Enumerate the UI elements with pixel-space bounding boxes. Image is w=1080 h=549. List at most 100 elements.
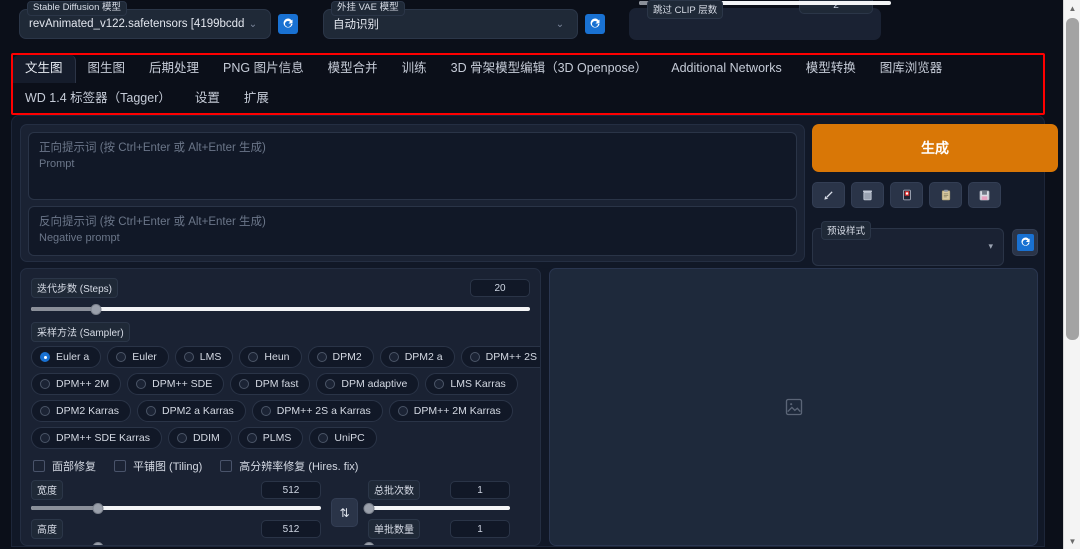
chevron-down-icon[interactable]: ▾ [988, 241, 993, 252]
sampler-option-label: DPM2 [332, 351, 362, 363]
radio-unselected-icon [183, 352, 194, 362]
sampler-option-dpm2-a[interactable]: DPM2 a [379, 346, 455, 368]
batch-size-value[interactable]: 1 [450, 520, 510, 538]
slider-knob[interactable] [90, 304, 102, 315]
sampler-option-dpm-fast[interactable]: DPM fast [230, 373, 311, 395]
arrow-paste-glyph [824, 190, 833, 200]
swap-dimensions-button[interactable]: ⇅ [331, 498, 358, 527]
chevron-down-icon[interactable]: ⌄ [244, 19, 262, 30]
sampler-option-dpm-sde-karras[interactable]: DPM++ SDE Karras [31, 427, 162, 449]
clipboard-icon[interactable] [929, 182, 962, 208]
radio-unselected-icon [248, 352, 259, 362]
tab-row1-6[interactable]: 3D 骨架模型编辑（3D Openpose） [439, 55, 660, 83]
output-gallery[interactable] [549, 268, 1038, 546]
dimensions-left: 宽度 512 高度 512 [31, 480, 321, 546]
sampler-option-unipc[interactable]: UniPC [309, 427, 377, 449]
radio-unselected-icon [325, 379, 336, 389]
negative-prompt-placeholder-cn: 反向提示词 (按 Ctrl+Enter 或 Alt+Enter 生成) [39, 216, 266, 228]
page-scrollbar[interactable]: ▲ ▼ [1063, 0, 1080, 549]
tab-row1-2[interactable]: 后期处理 [137, 55, 211, 83]
sampler-option-dpm-2s-a-karras[interactable]: DPM++ 2S a Karras [251, 400, 383, 422]
refresh-icon [1020, 236, 1030, 246]
refresh-styles-button[interactable] [1012, 228, 1038, 256]
height-slider[interactable] [31, 542, 321, 546]
sampler-option-label: DPM++ SDE [152, 378, 213, 390]
batch-count-value[interactable]: 1 [450, 481, 510, 499]
tab-row1-1[interactable]: 图生图 [76, 55, 138, 83]
sampler-option-dpm-2m[interactable]: DPM++ 2M [31, 373, 122, 395]
sd-model-dropdown[interactable]: Stable Diffusion 模型 revAnimated_v122.saf… [19, 1, 271, 39]
scrollbar-thumb[interactable] [1066, 18, 1079, 340]
sampler-option-dpm2-a-karras[interactable]: DPM2 a Karras [137, 400, 246, 422]
main-tabs: 文生图 图生图 后期处理 PNG 图片信息 模型合并 训练 3D 骨架模型编辑（3D Ope… [13, 55, 1043, 113]
tab-row2-0[interactable]: WD 1.4 标签器（Tagger） [13, 85, 183, 113]
negative-prompt-input[interactable]: 反向提示词 (按 Ctrl+Enter 或 Alt+Enter 生成) Nega… [28, 206, 797, 256]
styles-dropdown[interactable]: 预设样式 ▾ [812, 221, 1005, 266]
slider-knob[interactable] [363, 503, 375, 514]
tab-row1-5[interactable]: 训练 [390, 55, 439, 83]
model-topbar: Stable Diffusion 模型 revAnimated_v122.saf… [0, 0, 1062, 48]
positive-prompt-input[interactable]: 正向提示词 (按 Ctrl+Enter 或 Alt+Enter 生成) Prom… [28, 132, 797, 200]
generate-button[interactable]: 生成 [812, 124, 1058, 172]
sampler-option-euler-a[interactable]: Euler a [31, 346, 102, 368]
sampler-option-dpm2-karras[interactable]: DPM2 Karras [31, 400, 132, 422]
slider-knob[interactable] [363, 542, 375, 545]
batch-size-slider[interactable] [363, 542, 510, 546]
sampler-option-heun[interactable]: Heun [239, 346, 302, 368]
sampler-option-label: DPM++ SDE Karras [56, 432, 150, 444]
scroll-down-button[interactable]: ▼ [1064, 533, 1080, 549]
tab-row2-2[interactable]: 扩展 [232, 85, 281, 113]
extra-networks-icon[interactable] [890, 182, 923, 208]
checkbox-unchecked-icon[interactable] [220, 460, 233, 472]
image-placeholder-icon [785, 398, 802, 416]
sampler-option-dpm-sde[interactable]: DPM++ SDE [127, 373, 225, 395]
scroll-up-button[interactable]: ▲ [1064, 0, 1080, 16]
sampler-option-lms-karras[interactable]: LMS Karras [425, 373, 518, 395]
sampler-option-label: DPM++ 2M Karras [413, 405, 501, 417]
sampler-option-label: DPM2 Karras [56, 405, 120, 417]
checkbox-unchecked-icon[interactable] [114, 460, 126, 472]
batch-count-label: 总批次数 [368, 480, 420, 500]
sampler-option-plms[interactable]: PLMS [237, 427, 304, 449]
vae-model-dropdown[interactable]: 外挂 VAE 模型 自动识别 ⌄ [323, 1, 578, 39]
checkbox-0[interactable]: 面部修复 [33, 458, 96, 474]
tab-row2-1[interactable]: 设置 [183, 85, 232, 113]
sampler-option-lms[interactable]: LMS [174, 346, 234, 368]
sampler-option-dpm-2m-karras[interactable]: DPM++ 2M Karras [388, 400, 513, 422]
sampler-option-euler[interactable]: Euler [107, 346, 169, 368]
slider-fill [31, 545, 98, 546]
trash-icon[interactable] [851, 182, 884, 208]
steps-slider[interactable] [31, 304, 530, 315]
refresh-vae-button[interactable] [585, 14, 605, 34]
sampler-option-dpm2[interactable]: DPM2 [307, 346, 374, 368]
tab-row1-0[interactable]: 文生图 [13, 55, 76, 83]
sampler-option-dpm-2s-a[interactable]: DPM++ 2S a [460, 346, 540, 368]
tab-row1-9[interactable]: 图库浏览器 [868, 55, 955, 83]
sampler-row-3: DPM++ SDE Karras DDIM PLMS UniPC [31, 427, 530, 449]
sampler-option-label: PLMS [262, 432, 292, 444]
checkbox-unchecked-icon[interactable] [33, 460, 45, 472]
tab-row1-4[interactable]: 模型合并 [316, 55, 390, 83]
slider-knob[interactable] [92, 503, 104, 514]
chevron-down-icon[interactable]: ⌄ [551, 19, 569, 30]
slider-track [368, 545, 510, 546]
slider-knob[interactable] [92, 542, 104, 545]
checkbox-2[interactable]: 高分辨率修复 (Hires. fix) [220, 458, 358, 474]
sampler-option-ddim[interactable]: DDIM [167, 427, 232, 449]
tab-row1-7[interactable]: Additional Networks [659, 55, 793, 83]
refresh-model-button[interactable] [278, 14, 298, 34]
tab-row1-8[interactable]: 模型转换 [794, 55, 868, 83]
width-slider[interactable] [31, 503, 321, 514]
height-value[interactable]: 512 [261, 520, 321, 538]
radio-unselected-icon [469, 352, 480, 362]
batch-count-slider[interactable] [363, 503, 510, 514]
tab-row1-3[interactable]: PNG 图片信息 [211, 55, 316, 83]
sampler-option-dpm-adaptive[interactable]: DPM adaptive [316, 373, 420, 395]
steps-value[interactable]: 20 [470, 279, 530, 297]
arrow-paste-icon[interactable] [812, 182, 845, 208]
checkbox-1[interactable]: 平铺图 (Tiling) [114, 458, 202, 474]
save-style-icon[interactable] [968, 182, 1001, 208]
width-value[interactable]: 512 [261, 481, 321, 499]
clip-skip-slider-group[interactable]: 跳过 CLIP 层数 2 [629, 0, 891, 40]
radio-unselected-icon [146, 406, 157, 416]
